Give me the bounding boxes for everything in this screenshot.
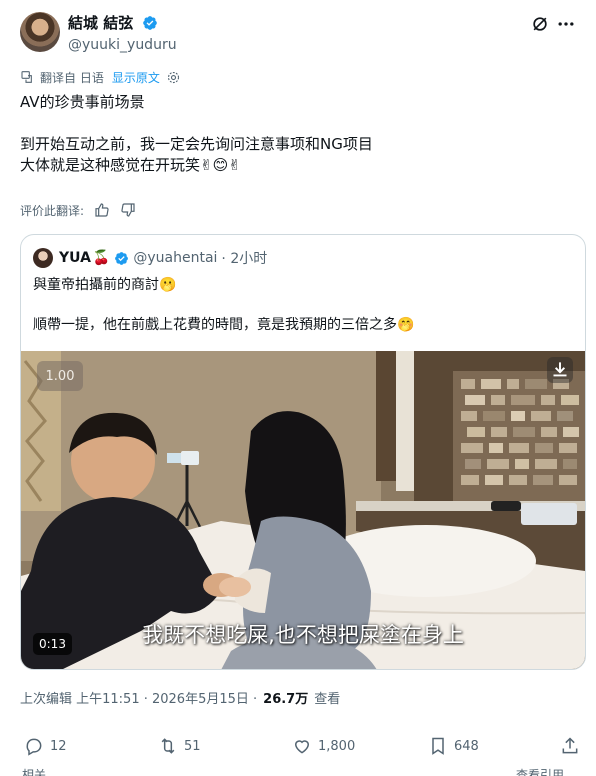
show-original-link[interactable]: 显示原文 <box>112 69 160 86</box>
quoted-author-avatar <box>33 248 53 268</box>
thumbs-up-icon[interactable] <box>94 202 110 218</box>
view-label: 查看 <box>314 692 341 707</box>
translation-bar: 翻译自 日语 显示原文 <box>20 67 181 87</box>
tile-wall <box>453 371 585 501</box>
author-display-name[interactable]: 結城 結弦 <box>68 13 133 33</box>
tweet-meta: 上次编辑 上午11:51 · 2026年5月15日 · 26.7万 查看 <box>20 688 340 707</box>
tweet-emojis: ✌😊✌ <box>200 156 241 174</box>
thumbs-down-icon[interactable] <box>120 202 136 218</box>
download-button[interactable] <box>547 357 573 383</box>
quoted-name-emoji: 🍒 <box>92 250 111 266</box>
quoted-line-2-emoji: 🤭 <box>397 317 415 333</box>
quoted-line-1: 與童帝拍攝前的商討 <box>33 277 159 293</box>
video-subtitle: 我既不想吃屎,也不想把屎塗在身上 <box>142 623 464 647</box>
tweet-line-1: AV的珍贵事前场景 <box>20 93 145 111</box>
reply-icon <box>26 738 42 756</box>
verified-badge-icon <box>143 15 158 30</box>
tweet-line-3: 大体就是这种感觉在开玩笑 <box>20 156 201 174</box>
verified-badge-icon <box>115 251 129 265</box>
share-button[interactable] <box>560 736 586 756</box>
quoted-line-2: 順帶一提，他在前戲上花費的時間，竟是我預期的三倍之多 <box>33 317 397 333</box>
bookmark-button[interactable]: 648 <box>428 736 479 756</box>
repost-icon <box>161 738 175 754</box>
view-quotes-link-cut[interactable]: 查看引用 <box>516 766 564 776</box>
author-names: 結城 結弦 @yuuki_yuduru <box>68 12 177 55</box>
like-button[interactable]: 1,800 <box>292 736 355 756</box>
tweet-text: AV的珍贵事前场景 到开始互动之前，我一定会先询问注意事项和NG项目 大体就是这… <box>20 92 576 176</box>
download-icon <box>553 362 567 377</box>
video-player[interactable]: 1.00 我既不想吃屎,也不想把屎塗在身上 0:13 <box>21 351 585 669</box>
related-label-cut: 相关 <box>22 768 47 776</box>
tweet-line-3-wrap: 大体就是这种感觉在开玩笑✌😊✌ <box>20 155 576 176</box>
reply-button[interactable]: 12 <box>24 736 67 756</box>
repost-button[interactable]: 51 <box>158 736 201 756</box>
translated-from-label: 翻译自 日语 <box>40 70 104 85</box>
quoted-tweet[interactable]: YUA 🍒 @yuahentai · 2小时 與童帝拍攝前的商討🫢 順帶一提，他… <box>20 234 586 670</box>
bookmark-icon <box>432 737 444 755</box>
heart-icon <box>294 740 310 754</box>
settings-gear-icon[interactable] <box>166 70 181 85</box>
edited-timestamp[interactable]: 上次编辑 上午11:51 · 2026年5月15日 · <box>20 688 257 707</box>
translate-icon <box>21 71 32 83</box>
quoted-author-name: YUA <box>59 250 91 266</box>
author-avatar[interactable] <box>20 12 60 52</box>
tweet-line-2: 到开始互动之前，我一定会先询问注意事项和NG项目 <box>20 135 373 153</box>
quoted-author-handle: @yuahentai <box>133 250 218 266</box>
author-handle[interactable]: @yuuki_yuduru <box>68 35 177 55</box>
rate-translation-label: 评价此翻译: <box>20 203 85 218</box>
grok-icon[interactable] <box>530 14 550 34</box>
tweet-header: 結城 結弦 @yuuki_yuduru <box>20 12 576 56</box>
more-options-icon[interactable] <box>556 14 576 34</box>
quoted-tweet-header: YUA 🍒 @yuahentai · 2小时 <box>33 247 267 269</box>
quoted-line-1-emoji: 🫢 <box>159 277 177 293</box>
reply-count: 12 <box>50 738 67 754</box>
quoted-tweet-text: 與童帝拍攝前的商討🫢 順帶一提，他在前戲上花費的時間，竟是我預期的三倍之多🤭 <box>33 275 573 335</box>
repost-count: 51 <box>184 738 201 754</box>
action-bar: 12 51 1,800 648 <box>20 736 584 760</box>
rate-translation-bar: 评价此翻译: <box>20 200 136 220</box>
view-count: 26.7万 <box>263 692 309 707</box>
share-icon <box>562 737 578 754</box>
like-count: 1,800 <box>318 738 356 754</box>
playback-speed-badge[interactable]: 1.00 <box>37 361 83 391</box>
quoted-tweet-time: · 2小时 <box>221 251 268 267</box>
video-timestamp: 0:13 <box>33 633 72 655</box>
bookmark-count: 648 <box>454 738 479 754</box>
